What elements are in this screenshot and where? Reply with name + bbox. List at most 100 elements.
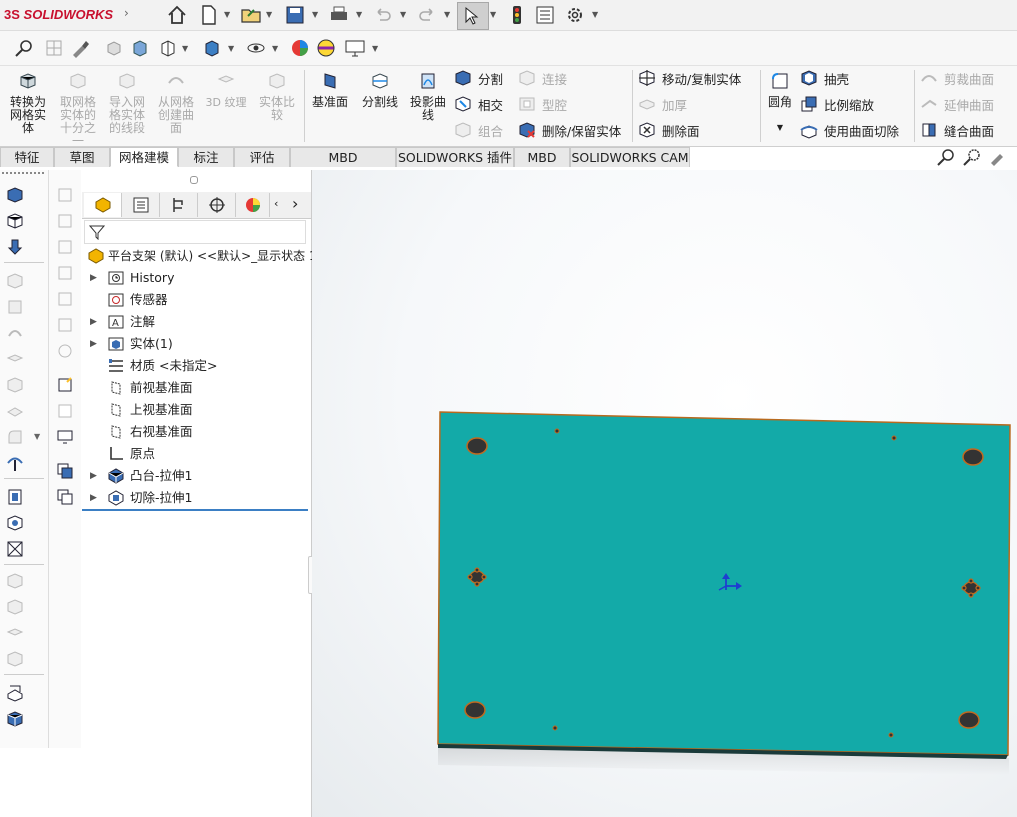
options-dropdown-icon[interactable]: ▼ [592, 10, 598, 19]
sketch-tool-4-icon[interactable] [56, 462, 74, 480]
disabled-tool-g-icon[interactable] [6, 428, 24, 446]
tree-root[interactable]: 平台支架 (默认) <<默认>_显示状态 1 [82, 245, 317, 267]
knit-surface-button[interactable]: 缝合曲面 [920, 119, 994, 141]
display-mode-dropdown-icon[interactable]: ▼ [228, 44, 234, 53]
sketch-tool-2-icon[interactable] [56, 402, 74, 420]
create-surface-from-mesh-button[interactable]: 从网格创建曲面 [152, 71, 200, 135]
redo-dropdown-icon[interactable]: ▼ [444, 10, 450, 19]
intersect-button[interactable]: 相交 [454, 93, 503, 115]
file-properties-icon[interactable] [534, 4, 556, 26]
view-settings-monitor-icon[interactable] [344, 38, 366, 58]
view-tool-4-icon[interactable] [56, 264, 74, 282]
print-dropdown-icon[interactable]: ▼ [356, 10, 362, 19]
zoom-to-fit-icon[interactable] [936, 148, 956, 166]
cavity-button[interactable]: 型腔 [518, 93, 567, 115]
tab-configuration-manager[interactable] [160, 193, 198, 217]
tab-feature-tree[interactable] [84, 193, 122, 217]
expand-arrow-icon[interactable]: ▶ [90, 333, 97, 355]
tab-scroll-left-icon[interactable]: ‹ [274, 197, 278, 210]
find-zoom-icon[interactable] [14, 38, 34, 58]
disabled-tool-d-icon[interactable] [6, 350, 24, 368]
tab-dimxpert[interactable] [198, 193, 236, 217]
rollback-bar[interactable] [82, 509, 308, 511]
view-tool-7-icon[interactable] [56, 342, 74, 360]
view-tool-2-icon[interactable] [56, 212, 74, 230]
previous-view-icon[interactable] [988, 148, 1008, 166]
split-line-button[interactable]: 分割线 [356, 71, 404, 109]
import-mesh-segments-button[interactable]: 导入网格实体的线段 [104, 71, 150, 135]
hide-show-eye-icon[interactable] [246, 38, 266, 58]
disabled-tool-b-icon[interactable] [6, 298, 24, 316]
home-icon[interactable] [166, 4, 188, 26]
section-view-icon[interactable] [130, 38, 150, 58]
new-dropdown-icon[interactable]: ▼ [224, 10, 230, 19]
join-button[interactable]: 连接 [518, 67, 567, 89]
tree-item-origin[interactable]: 原点 [82, 443, 311, 465]
tree-item-right-plane[interactable]: 右视基准面 [82, 421, 311, 443]
view-tool-5-icon[interactable] [56, 290, 74, 308]
mesh-tool-1-icon[interactable] [6, 186, 24, 204]
disabled-tool-j-icon[interactable] [6, 624, 24, 642]
tree-item-annotations[interactable]: ▶ A 注解 [82, 311, 311, 333]
solid-tool-b-icon[interactable] [6, 710, 24, 728]
open-folder-icon[interactable] [240, 4, 262, 26]
view-tool-1-icon[interactable] [56, 186, 74, 204]
tree-item-material[interactable]: 材质 <未指定> [82, 355, 311, 377]
tree-item-solid-bodies[interactable]: ▶ 实体(1) [82, 333, 311, 355]
save-icon[interactable] [284, 4, 306, 26]
tab-display-manager[interactable] [236, 193, 270, 217]
expand-arrow-icon[interactable]: ▶ [90, 487, 97, 509]
scene-icon[interactable] [316, 38, 336, 58]
tab-property-manager[interactable] [122, 193, 160, 217]
view-orientation-icon[interactable] [158, 38, 178, 58]
tree-filter[interactable] [84, 220, 306, 244]
split-button[interactable]: 分割 [454, 67, 503, 89]
tab-sketch[interactable]: 草图 [54, 147, 110, 167]
undo-icon[interactable] [372, 4, 394, 26]
body-tool-b-icon[interactable] [6, 514, 24, 532]
expand-arrow-icon[interactable]: ▶ [90, 465, 97, 487]
menu-expand-arrow-icon[interactable]: › [124, 6, 129, 20]
tab-solidworks-cam[interactable]: SOLIDWORKS CAM [570, 147, 690, 167]
brush-select-icon[interactable] [70, 38, 90, 58]
move-copy-body-button[interactable]: 移动/复制实体 [638, 67, 741, 89]
view-tool-3-icon[interactable] [56, 238, 74, 256]
print-icon[interactable] [328, 4, 350, 26]
part-model[interactable] [312, 170, 1017, 817]
tree-item-history[interactable]: ▶ History [82, 267, 311, 289]
open-dropdown-icon[interactable]: ▼ [266, 10, 272, 19]
new-document-icon[interactable] [198, 4, 220, 26]
display-mode-icon[interactable] [202, 38, 222, 58]
shell-button[interactable]: 抽壳 [800, 67, 849, 89]
disabled-tool-e-icon[interactable] [6, 376, 24, 394]
tab-annotation[interactable]: 标注 [178, 147, 234, 167]
disabled-tool-i-icon[interactable] [6, 598, 24, 616]
sketch-tool-5-icon[interactable] [56, 488, 74, 506]
body-tool-a-icon[interactable] [6, 488, 24, 506]
disabled-tool-c-icon[interactable] [6, 324, 24, 342]
disabled-tool-h-icon[interactable] [6, 572, 24, 590]
sketch-tool-3-icon[interactable] [56, 428, 74, 446]
tab-mesh-modeling[interactable]: 网格建模 [110, 147, 178, 167]
tab-features[interactable]: 特征 [0, 147, 54, 167]
expand-arrow-icon[interactable]: ▶ [90, 311, 97, 333]
zoom-to-area-icon[interactable] [962, 148, 982, 166]
options-gear-icon[interactable] [564, 4, 586, 26]
tree-item-front-plane[interactable]: 前视基准面 [82, 377, 311, 399]
convert-to-mesh-body-button[interactable]: 转换为网格实体 [4, 71, 52, 135]
panel-grip[interactable] [190, 176, 198, 184]
view-tool-6-icon[interactable] [56, 316, 74, 334]
delete-face-button[interactable]: 删除面 [638, 119, 700, 141]
tab-evaluate[interactable]: 评估 [234, 147, 290, 167]
disabled-tool-f-icon[interactable] [6, 402, 24, 420]
tab-mbd-dimensions[interactable]: MBD Dimensions [290, 147, 396, 185]
delete-keep-body-button[interactable]: 删除/保留实体 [518, 119, 621, 141]
fillet-dropdown-icon[interactable]: ▼ [762, 121, 798, 134]
tab-solidworks-addins[interactable]: SOLIDWORKS 插件 [396, 147, 514, 167]
3d-texture-button[interactable]: 3D 纹理 [202, 71, 250, 109]
extend-surface-button[interactable]: 延伸曲面 [920, 93, 994, 115]
body-compare-button[interactable]: 实体比较 [254, 71, 300, 122]
redo-icon[interactable] [416, 4, 438, 26]
disabled-tool-a-icon[interactable] [6, 272, 24, 290]
rebuild-traffic-light-icon[interactable] [506, 4, 528, 26]
